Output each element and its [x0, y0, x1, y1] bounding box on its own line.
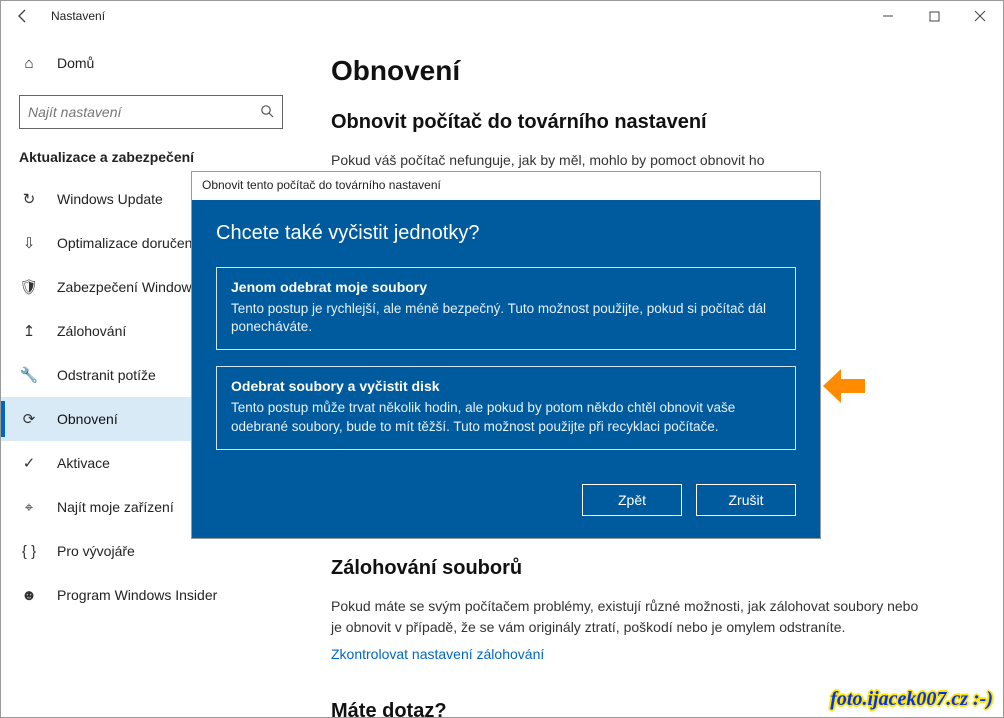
sidebar-item-label: Odstranit potíže [57, 367, 156, 383]
cancel-dialog-button[interactable]: Zrušit [696, 484, 796, 516]
back-dialog-button[interactable]: Zpět [582, 484, 682, 516]
sidebar-item-label: Zálohování [57, 323, 126, 339]
delivery-icon: ⇩ [19, 234, 39, 252]
minimize-button[interactable] [865, 1, 911, 31]
window-controls [865, 1, 1003, 31]
home-button[interactable]: ⌂ Domů [1, 45, 301, 81]
search-box[interactable] [19, 95, 283, 129]
option-title: Jenom odebrat moje soubory [231, 278, 781, 298]
page-title: Obnovení [331, 55, 969, 87]
option-desc: Tento postup je rychlejší, ale méně bezp… [231, 300, 781, 338]
code-icon: { } [19, 543, 39, 560]
insider-icon: ☻ [19, 587, 39, 604]
dialog-body: Chcete také vyčistit jednotky? Jenom ode… [192, 200, 820, 538]
reset-section: Obnovit počítač do továrního nastavení P… [331, 111, 969, 171]
reset-heading: Obnovit počítač do továrního nastavení [331, 111, 969, 134]
sidebar-item-windows-insider[interactable]: ☻ Program Windows Insider [1, 573, 301, 617]
backup-heading: Zálohování souborů [331, 557, 969, 580]
watermark: foto.ijacek007.cz :-) [830, 688, 993, 711]
home-icon: ⌂ [19, 55, 39, 72]
sidebar-item-label: Windows Update [57, 191, 163, 207]
option-title: Odebrat soubory a vyčistit disk [231, 377, 781, 397]
activation-icon: ✓ [19, 454, 39, 472]
arrow-annotation [823, 369, 865, 408]
backup-section: Zálohování souborů Pokud máte se svým po… [331, 557, 969, 664]
titlebar: Nastavení [1, 1, 1003, 31]
sidebar-item-label: Aktivace [57, 455, 110, 471]
sync-icon: ↻ [19, 190, 39, 208]
wrench-icon: 🔧 [19, 366, 39, 384]
settings-window: Nastavení ⌂ Domů [0, 0, 1004, 718]
sidebar-item-label: Najít moje zařízení [57, 499, 174, 515]
maximize-button[interactable] [911, 1, 957, 31]
sidebar-item-label: Zabezpečení Windows [57, 279, 199, 295]
recovery-icon: ⟳ [19, 410, 39, 428]
window-title: Nastavení [51, 9, 105, 23]
reset-dialog: Obnovit tento počítač do továrního nasta… [191, 171, 821, 539]
backup-text: Pokud máte se svým počítačem problémy, e… [331, 596, 931, 638]
dialog-title: Obnovit tento počítač do továrního nasta… [192, 172, 820, 200]
option-remove-and-clean-drive[interactable]: Odebrat soubory a vyčistit disk Tento po… [216, 366, 796, 449]
dialog-heading: Chcete také vyčistit jednotky? [216, 222, 796, 245]
close-button[interactable] [957, 1, 1003, 31]
back-button[interactable] [9, 2, 37, 30]
sidebar-item-label: Optimalizace doručení [57, 235, 196, 251]
sidebar-item-label: Program Windows Insider [57, 587, 217, 603]
locate-icon: ⌖ [19, 499, 39, 516]
backup-icon: ↥ [19, 322, 39, 340]
sidebar-item-label: Pro vývojáře [57, 543, 135, 559]
search-input[interactable] [28, 104, 260, 120]
search-icon [260, 104, 274, 121]
reset-text: Pokud váš počítač nefunguje, jak by měl,… [331, 150, 931, 171]
sidebar-item-label: Obnovení [57, 411, 118, 427]
shield-icon: 🛡 [19, 278, 39, 296]
option-desc: Tento postup může trvat několik hodin, a… [231, 399, 781, 437]
backup-link[interactable]: Zkontrolovat nastavení zálohování [331, 646, 544, 662]
home-label: Domů [57, 55, 94, 71]
option-remove-files-only[interactable]: Jenom odebrat moje soubory Tento postup … [216, 267, 796, 350]
dialog-buttons: Zpět Zrušit [216, 484, 796, 516]
